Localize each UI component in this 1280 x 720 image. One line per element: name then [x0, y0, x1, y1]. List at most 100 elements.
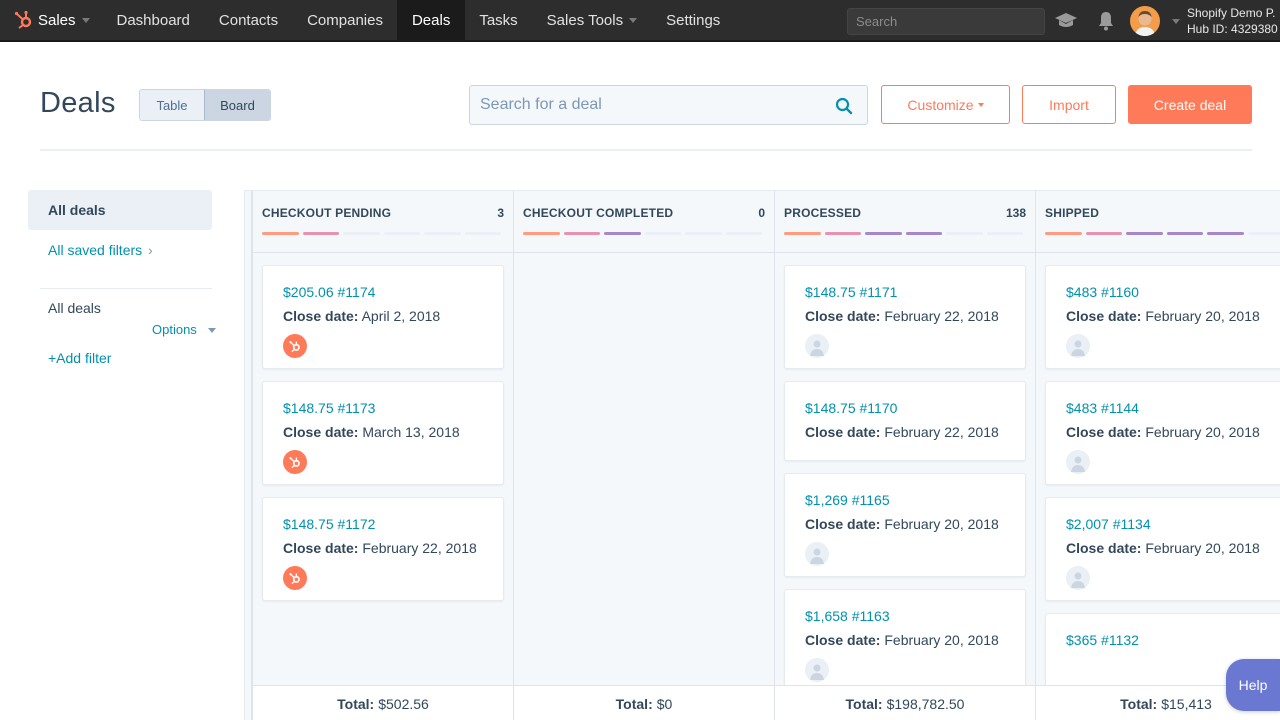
hubspot-owner-icon [283, 450, 307, 474]
deal-card[interactable]: $483 #1160 Close date: February 20, 2018 [1045, 265, 1280, 369]
import-button[interactable]: Import [1022, 85, 1116, 124]
hub-id: Hub ID: 4329380 [1187, 22, 1278, 36]
deal-card[interactable]: $148.75 #1172 Close date: February 22, 20… [262, 497, 504, 601]
stage-segment [424, 232, 461, 235]
deal-name-link[interactable]: $483 #1160 [1066, 284, 1266, 300]
stage-segment [1247, 232, 1280, 235]
stage-progress [784, 232, 1026, 235]
deal-card[interactable]: $148.75 #1170 Close date: February 22, 20… [784, 381, 1026, 461]
deal-name-link[interactable]: $1,269 #1165 [805, 492, 1005, 508]
unassigned-owner-icon [1066, 450, 1090, 474]
column-name: CHECKOUT PENDING [262, 206, 392, 220]
stage-segment [262, 232, 299, 235]
close-date-value: April 2, 2018 [361, 308, 441, 324]
chevron-down-icon [977, 102, 984, 107]
stage-segment [464, 232, 501, 235]
column-header[interactable]: PROCESSED 138 [775, 191, 1035, 253]
stage-segment [563, 232, 600, 235]
column-name: PROCESSED [784, 206, 862, 220]
academy-icon[interactable] [1054, 10, 1078, 32]
notifications-bell-icon[interactable] [1094, 10, 1118, 32]
deal-name-link[interactable]: $148.75 #1172 [283, 516, 483, 532]
nav-sales-tools[interactable]: Sales Tools [532, 0, 651, 41]
nav-contacts[interactable]: Contacts [204, 0, 292, 41]
deal-name-link[interactable]: $205.06 #1174 [283, 284, 483, 300]
column-header[interactable]: CHECKOUT COMPLETED 0 [514, 191, 774, 253]
close-date-label: Close date: [805, 424, 881, 440]
board-view-button[interactable]: Board [204, 90, 270, 120]
deal-name-link[interactable]: $148.75 #1171 [805, 284, 1005, 300]
close-date-value: February 20, 2018 [1145, 540, 1260, 556]
stage-segment [523, 232, 560, 235]
stage-segment [644, 232, 681, 235]
total-value: $0 [656, 695, 673, 712]
help-button[interactable]: Help [1226, 659, 1280, 711]
stage-segment [1166, 232, 1203, 235]
nav-dashboard[interactable]: Dashboard [102, 0, 204, 41]
deal-card[interactable]: $148.75 #1171 Close date: February 22, 20… [784, 265, 1026, 369]
user-avatar[interactable] [1130, 6, 1160, 36]
deal-card[interactable]: $1,269 #1165 Close date: February 20, 201… [784, 473, 1026, 577]
account-menu[interactable]: Shopify Demo P. Hub ID: 4329380 [1187, 5, 1278, 37]
sidebar-item-all-deals[interactable]: All deals [28, 190, 212, 230]
close-date-value: February 22, 2018 [884, 424, 999, 440]
close-date: Close date: February 22, 2018 [805, 424, 1005, 440]
deal-card[interactable]: $1,658 #1163 Close date: February 20, 201… [784, 589, 1026, 693]
unassigned-owner-icon [1066, 334, 1090, 358]
column-cards: $483 #1160 Close date: February 20, 2018 $… [1036, 253, 1280, 693]
deal-card[interactable]: $205.06 #1174 Close date: April 2, 2018 [262, 265, 504, 369]
column-total: Total: $0 [514, 685, 774, 720]
customize-button[interactable]: Customize [881, 85, 1010, 124]
column-name: CHECKOUT COMPLETED [523, 206, 674, 220]
account-name: Shopify Demo P. [1187, 6, 1276, 20]
sales-hub-menu[interactable]: Sales [0, 0, 102, 41]
deal-name-link[interactable]: $365 #1132 [1066, 632, 1266, 648]
account-chevron-down-icon[interactable] [1172, 19, 1180, 24]
nav-companies[interactable]: Companies [293, 0, 398, 41]
options-label: Options [152, 322, 197, 337]
nav-settings[interactable]: Settings [652, 0, 735, 41]
total-value: $15,413 [1161, 695, 1212, 712]
close-date-label: Close date: [805, 308, 881, 324]
close-date: Close date: February 22, 2018 [283, 540, 483, 556]
view-toggle: Table Board [139, 89, 271, 121]
chevron-right-icon: › [148, 242, 153, 258]
add-filter-button[interactable]: +Add filter [48, 350, 111, 366]
stage-segment [302, 232, 339, 235]
all-saved-filters-link[interactable]: All saved filters › [48, 242, 153, 258]
stage-segment [946, 232, 983, 235]
chevron-down-icon [208, 328, 217, 334]
deal-card[interactable]: $148.75 #1173 Close date: March 13, 2018 [262, 381, 504, 485]
deal-card[interactable]: $2,007 #1134 Close date: February 20, 201… [1045, 497, 1280, 601]
deal-card[interactable]: $483 #1144 Close date: February 20, 2018 [1045, 381, 1280, 485]
close-date-value: February 22, 2018 [884, 308, 999, 324]
nav-tasks[interactable]: Tasks [465, 0, 532, 41]
options-dropdown[interactable]: Options [152, 322, 217, 337]
column-header[interactable]: CHECKOUT PENDING 3 [253, 191, 513, 253]
close-date-value: February 22, 2018 [362, 540, 477, 556]
search-icon[interactable] [835, 97, 853, 120]
customize-label: Customize [907, 96, 974, 113]
column-cards: $205.06 #1174 Close date: April 2, 2018 $1… [253, 253, 513, 601]
total-label: Total: [845, 695, 883, 712]
total-label: Total: [337, 695, 375, 712]
close-date-label: Close date: [1066, 540, 1142, 556]
column-total: Total: $198,782.50 [775, 685, 1035, 720]
hubspot-logo-icon [14, 10, 32, 29]
column-cards: $148.75 #1171 Close date: February 22, 20… [775, 253, 1035, 693]
stage-segment [1085, 232, 1122, 235]
column-total: Total: $502.56 [253, 685, 513, 720]
global-search-input[interactable] [847, 8, 1045, 35]
deal-search-input[interactable] [470, 86, 810, 124]
create-deal-button[interactable]: Create deal [1128, 85, 1252, 124]
board-column: PROCESSED 138 $148.75 #1171 Close date: Feb… [774, 191, 1035, 720]
column-header[interactable]: SHIPPED1 [1036, 191, 1280, 253]
close-date: Close date: April 2, 2018 [283, 308, 483, 324]
deal-name-link[interactable]: $1,658 #1163 [805, 608, 1005, 624]
deal-name-link[interactable]: $148.75 #1170 [805, 400, 1005, 416]
table-view-button[interactable]: Table [140, 90, 204, 120]
deal-name-link[interactable]: $2,007 #1134 [1066, 516, 1266, 532]
deal-name-link[interactable]: $483 #1144 [1066, 400, 1266, 416]
nav-deals[interactable]: Deals [397, 0, 465, 41]
deal-name-link[interactable]: $148.75 #1173 [283, 400, 483, 416]
